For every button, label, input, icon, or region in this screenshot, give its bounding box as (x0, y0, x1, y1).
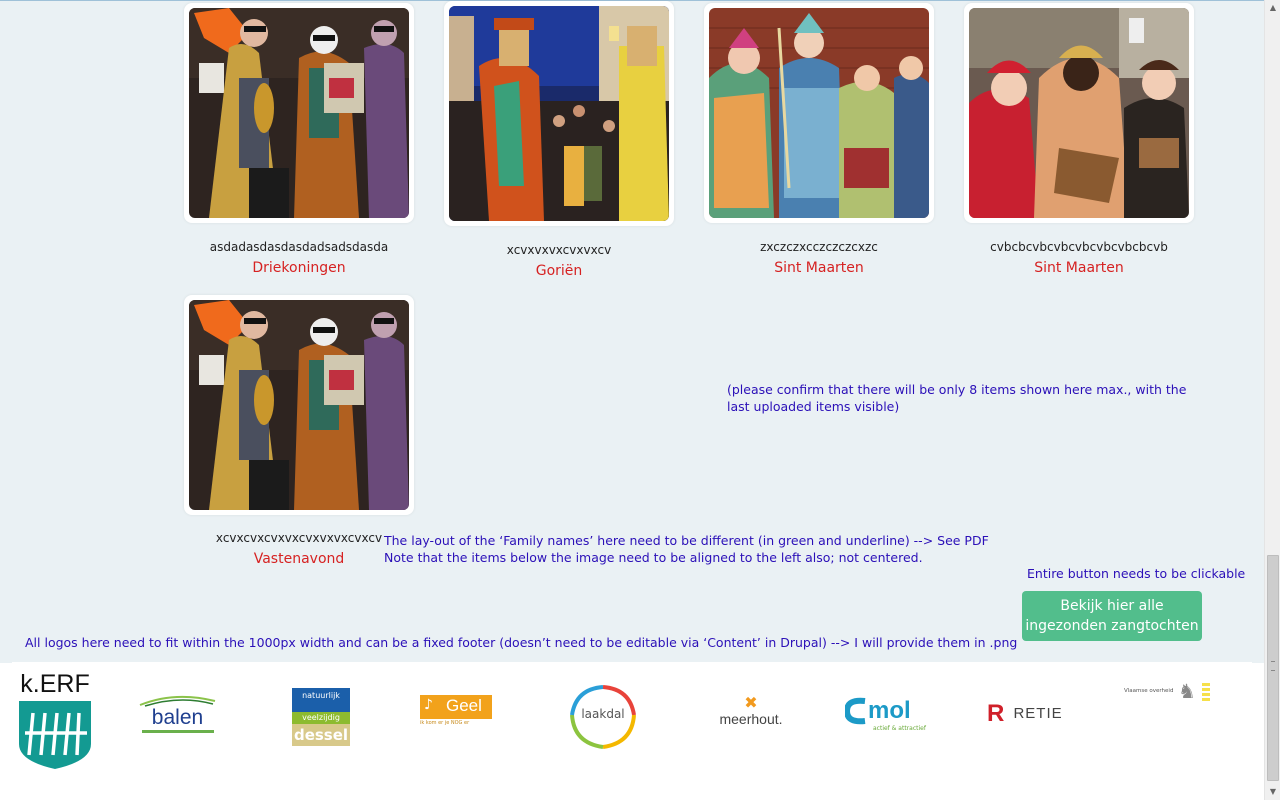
photo-frame[interactable] (184, 3, 414, 223)
logo-meerhout[interactable]: ✖ meerhout. (710, 695, 792, 735)
logo-vlaamse-overheid[interactable]: Vlaamse overheid ♞ (1122, 679, 1214, 707)
logo-retie[interactable]: R RETIE (987, 701, 1077, 729)
item-title: xcvxvxvxcvxvxcv (506, 243, 612, 257)
note-layout-line2: Note that the items below the image need… (384, 550, 923, 565)
gallery-item[interactable]: asdadasdasdasdadsadsdasda Driekoningen (184, 3, 414, 283)
photo-sint-maarten-2[interactable] (969, 8, 1189, 218)
logo-balen[interactable]: balen (135, 693, 220, 738)
item-family[interactable]: Sint Maarten (964, 260, 1194, 276)
scroll-down-icon[interactable]: ▼ (1265, 784, 1280, 800)
gallery-item[interactable]: xcvxcvxcvxvxcvxvxvxcvxcv Vastenavond (184, 295, 414, 575)
photo-frame[interactable] (184, 295, 414, 515)
item-family[interactable]: Goriën (444, 263, 674, 279)
view-all-button-line2: ingezonden zangtochten (1025, 618, 1199, 634)
logo-laakdal[interactable]: laakdal (568, 683, 638, 751)
meerhout-mark-icon: ✖ (744, 693, 758, 712)
gallery-item[interactable]: cvbcbcvbcvbcvbcvbcvbcbcvb Sint Maarten (964, 3, 1194, 283)
geel-mark-icon: ♪ (424, 697, 433, 713)
item-family[interactable]: Vastenavond (184, 551, 414, 567)
note-logos: All logos here need to fit within the 10… (25, 635, 1018, 650)
gallery-item[interactable]: xcvxvxvxcvxvxcv Goriën (444, 1, 674, 286)
note-layout-line1: The lay-out of the ‘Family names’ here n… (384, 533, 989, 548)
grip-icon (1271, 661, 1275, 671)
note-button: Entire button needs to be clickable (1027, 566, 1246, 581)
logo-dessel[interactable]: natuurlijk veelzijdig dessel (292, 688, 350, 746)
item-title: cvbcbcvbcvbcvbcvbcvbcbcvb (990, 240, 1168, 254)
footer-logos: k.ERF balen natuurlijk veelzijdig dessel… (0, 663, 1264, 800)
item-family[interactable]: Driekoningen (184, 260, 414, 276)
vertical-scrollbar[interactable]: ▲ ▼ (1264, 0, 1280, 800)
lion-icon: ♞ (1178, 679, 1196, 703)
logo-mol[interactable]: mol actief & attractief (845, 697, 927, 733)
item-title: asdadasdasdasdadsadsdasda (209, 240, 389, 254)
photo-frame[interactable] (964, 3, 1194, 223)
gallery-item[interactable]: zxczczxcczczczcxzc Sint Maarten (704, 3, 934, 283)
view-all-button[interactable]: Bekijk hier alle ingezonden zangtochten (1022, 591, 1202, 641)
photo-vastenavond[interactable] (189, 300, 409, 510)
note-max-items: (please confirm that there will be only … (727, 382, 1187, 414)
logo-geel[interactable]: ♪ Geel ik kom er je NOG er (420, 695, 492, 727)
item-title: zxczczxcczczczcxzc (760, 240, 878, 254)
photo-gorien[interactable] (449, 6, 669, 221)
retie-mark-icon: R (987, 700, 1005, 727)
item-title: xcvxcvxcvxvxcvxvxvxcvxcv (215, 531, 383, 545)
scroll-up-icon[interactable]: ▲ (1265, 0, 1280, 16)
photo-driekoningen[interactable] (189, 8, 409, 218)
item-family[interactable]: Sint Maarten (704, 260, 934, 276)
photo-sint-maarten-1[interactable] (709, 8, 929, 218)
scrollbar-thumb[interactable] (1267, 555, 1279, 781)
view-all-button-line1: Bekijk hier alle (1060, 598, 1164, 614)
photo-frame[interactable] (444, 1, 674, 226)
photo-frame[interactable] (704, 3, 934, 223)
logo-kerf[interactable]: k.ERF (16, 671, 94, 771)
